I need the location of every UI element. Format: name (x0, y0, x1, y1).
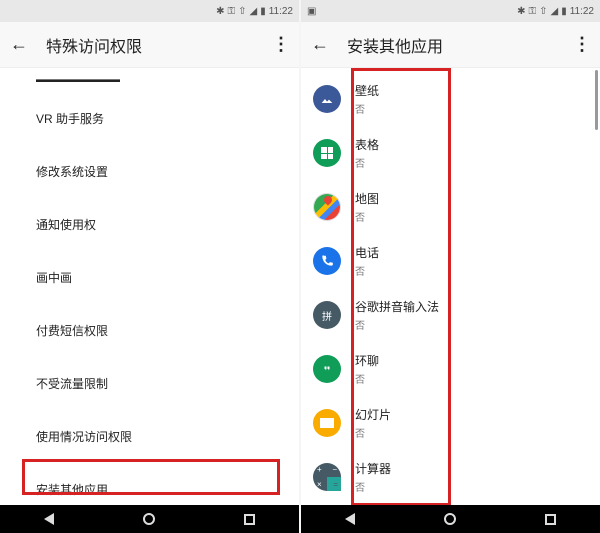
nav-back-button[interactable] (44, 513, 54, 525)
permission-status: 否 (355, 101, 379, 116)
app-row[interactable]: 电话否 (301, 234, 600, 288)
slides-icon (313, 409, 341, 437)
permission-status: 否 (355, 425, 391, 440)
app-row[interactable]: + − × = 计算器否 (301, 450, 600, 504)
list-item[interactable]: 通知使用权 (0, 198, 299, 251)
app-name: 表格 (355, 136, 379, 153)
app-row[interactable]: 环聊否 (301, 342, 600, 396)
status-bar: ▣ ✱ ⚿ ⇧ ◢ ▮ 11:22 (301, 0, 600, 22)
battery-icon: ▮ (260, 6, 266, 17)
wifi-icon: ⇧ (539, 6, 547, 17)
bluetooth-icon: ✱ (216, 6, 224, 17)
wallpaper-icon (313, 85, 341, 113)
signal-icon: ◢ (550, 6, 558, 17)
key-icon: ⚿ (227, 6, 235, 17)
back-button[interactable]: ← (10, 34, 28, 55)
list-item-install-apps[interactable]: 安装其他应用 (0, 463, 299, 505)
list-item[interactable]: 使用情况访问权限 (0, 410, 299, 463)
maps-icon (313, 193, 341, 221)
list-item[interactable]: 修改系统设置 (0, 145, 299, 198)
battery-icon: ▮ (561, 6, 567, 17)
bluetooth-icon: ✱ (517, 6, 525, 17)
settings-list[interactable]: ▬▬▬▬▬▬▬ VR 助手服务 修改系统设置 通知使用权 画中画 付费短信权限 … (0, 68, 299, 505)
app-name: 幻灯片 (355, 406, 391, 423)
phone-right: ▣ ✱ ⚿ ⇧ ◢ ▮ 11:22 ← 安装其他应用 ⋮ 壁纸否 表格否 地图否 (301, 0, 600, 533)
key-icon: ⚿ (528, 6, 536, 17)
overflow-menu-button[interactable]: ⋮ (272, 34, 289, 55)
list-item[interactable]: 不受流量限制 (0, 357, 299, 410)
nav-home-button[interactable] (444, 513, 456, 525)
app-row[interactable]: 壁纸否 (301, 72, 600, 126)
page-title: 安装其他应用 (347, 33, 573, 57)
back-button[interactable]: ← (311, 34, 329, 55)
nav-home-button[interactable] (143, 513, 155, 525)
status-bar: ✱ ⚿ ⇧ ◢ ▮ 11:22 (0, 0, 299, 22)
permission-status: 否 (355, 371, 379, 386)
permission-status: 否 (355, 317, 439, 332)
list-item[interactable]: VR 助手服务 (0, 92, 299, 145)
permission-status: 否 (355, 209, 379, 224)
signal-icon: ◢ (249, 6, 257, 17)
scroll-indicator (595, 70, 598, 130)
clock: 11:22 (269, 6, 293, 17)
app-row[interactable]: 地图否 (301, 180, 600, 234)
clock: 11:22 (570, 6, 594, 17)
app-name: 谷歌拼音输入法 (355, 298, 439, 315)
nav-bar (301, 505, 600, 533)
app-name: 电话 (355, 244, 379, 261)
screenshot-icon: ▣ (307, 6, 316, 17)
app-name: 地图 (355, 190, 379, 207)
app-row[interactable]: 拼 谷歌拼音输入法否 (301, 288, 600, 342)
permission-status: 否 (355, 263, 379, 278)
page-title: 特殊访问权限 (46, 33, 272, 57)
permission-status: 否 (355, 479, 391, 494)
app-name: 环聊 (355, 352, 379, 369)
phone-icon (313, 247, 341, 275)
wifi-icon: ⇧ (238, 6, 246, 17)
app-bar: ← 特殊访问权限 ⋮ (0, 22, 299, 68)
nav-back-button[interactable] (345, 513, 355, 525)
nav-bar (0, 505, 299, 533)
list-item[interactable]: 付费短信权限 (0, 304, 299, 357)
app-list[interactable]: 壁纸否 表格否 地图否 电话否 拼 谷歌拼音输入法否 环聊否 幻灯片否 (301, 68, 600, 505)
sheets-icon (313, 139, 341, 167)
overflow-menu-button[interactable]: ⋮ (573, 34, 590, 55)
list-item[interactable]: 画中画 (0, 251, 299, 304)
hangouts-icon (313, 355, 341, 383)
app-row[interactable]: 幻灯片否 (301, 396, 600, 450)
pinyin-icon: 拼 (313, 301, 341, 329)
nav-recent-button[interactable] (244, 514, 255, 525)
nav-recent-button[interactable] (545, 514, 556, 525)
app-name: 计算器 (355, 460, 391, 477)
list-item[interactable]: ▬▬▬▬▬▬▬ (0, 72, 299, 92)
calculator-icon: + − × = (313, 463, 341, 491)
app-name: 壁纸 (355, 82, 379, 99)
permission-status: 否 (355, 155, 379, 170)
app-row[interactable]: 表格否 (301, 126, 600, 180)
app-bar: ← 安装其他应用 ⋮ (301, 22, 600, 68)
phone-left: ✱ ⚿ ⇧ ◢ ▮ 11:22 ← 特殊访问权限 ⋮ ▬▬▬▬▬▬▬ VR 助手… (0, 0, 299, 533)
